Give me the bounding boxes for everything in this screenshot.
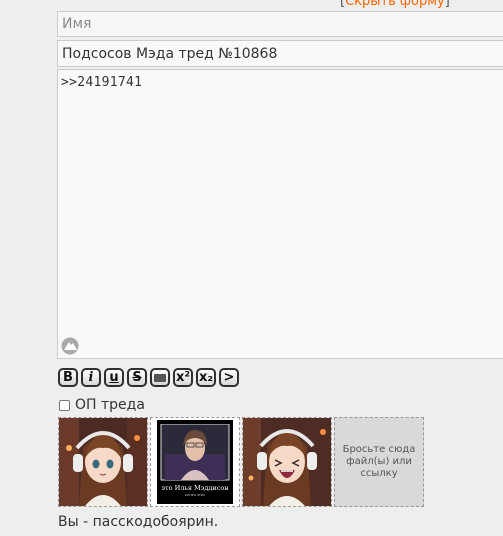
spoiler-button[interactable]: [150, 368, 170, 387]
attachments-row: это Илья Мэддисон КОНЕЦ ЭТИХ Бросьте сюд…: [58, 417, 424, 507]
anime-girl-laughing-image: [243, 418, 331, 506]
op-checkbox[interactable]: [59, 399, 70, 411]
hide-form-toggle: [Скрыть форму]: [340, 0, 450, 9]
anime-girl-image: [59, 418, 147, 506]
underline-button[interactable]: u: [104, 368, 124, 387]
editor-badge-icon[interactable]: [61, 337, 79, 355]
name-input[interactable]: Имя: [57, 11, 503, 37]
strikethrough-icon: S: [132, 370, 142, 385]
attachment-thumb-1[interactable]: [58, 417, 148, 507]
attachment-thumb-2[interactable]: это Илья Мэддисон КОНЕЦ ЭТИХ: [150, 417, 240, 507]
subscript-button[interactable]: x₂: [196, 368, 216, 387]
spoiler-icon: [154, 373, 166, 382]
superscript-icon: x²: [175, 370, 191, 385]
bold-icon: B: [63, 370, 73, 385]
name-input-placeholder: Имя: [62, 16, 92, 32]
subject-input[interactable]: Подсосов Мэда тред №10868: [57, 40, 503, 67]
comment-textarea[interactable]: >>24191741: [57, 69, 503, 359]
bracket-close: ]: [444, 0, 450, 9]
poster-caption: это Илья Мэддисон: [161, 484, 229, 492]
markup-toolbar: B i u S x² x₂ >: [58, 368, 239, 388]
strikethrough-button[interactable]: S: [127, 368, 147, 387]
underline-icon: u: [109, 370, 119, 385]
passcode-status: Вы - пасскодобоярин.: [58, 514, 219, 530]
demotivator-image: это Илья Мэддисон КОНЕЦ ЭТИХ: [157, 420, 233, 504]
quote-button[interactable]: >: [219, 368, 239, 387]
superscript-button[interactable]: x²: [173, 368, 193, 387]
op-checkbox-row[interactable]: ОП треда: [57, 397, 145, 413]
subscript-icon: x₂: [198, 370, 214, 385]
comment-text: >>24191741: [61, 75, 143, 90]
quote-icon: >: [223, 370, 235, 385]
italic-icon: i: [88, 370, 94, 385]
op-checkbox-label: ОП треда: [75, 397, 145, 413]
italic-button[interactable]: i: [81, 368, 101, 387]
subject-input-value: Подсосов Мэда тред №10868: [62, 46, 278, 62]
hide-form-link[interactable]: Скрыть форму: [345, 0, 445, 9]
attachment-thumb-3[interactable]: [242, 417, 332, 507]
drop-zone-label: Бросьте сюда файл(ы) или ссылку: [342, 444, 416, 479]
poster-subcaption: КОНЕЦ ЭТИХ: [184, 493, 206, 497]
file-drop-zone[interactable]: Бросьте сюда файл(ы) или ссылку: [334, 417, 424, 507]
person-photo: [160, 424, 230, 481]
bold-button[interactable]: B: [58, 368, 78, 387]
